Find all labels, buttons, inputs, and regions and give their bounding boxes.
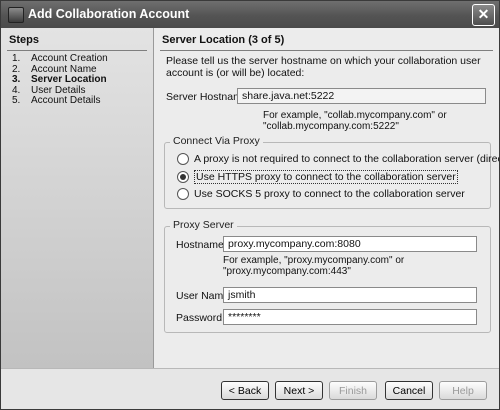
button-bar: < Back Next > Finish Cancel Help [1,368,499,409]
help-button[interactable]: Help [439,381,487,400]
radio-button[interactable] [177,188,189,200]
proxy-server-legend: Proxy Server [170,219,237,231]
connect-via-proxy-legend: Connect Via Proxy [170,135,263,147]
step-item: 1. Account Creation [12,53,108,65]
steps-divider [7,50,147,51]
proxy-hostname-example: For example, "proxy.mycompany.com" or "p… [223,255,404,277]
radio-button-selected[interactable] [177,171,189,183]
server-hostname-example-line: "collab.mycompany.com:5222" [263,121,399,132]
app-icon [8,7,24,23]
step-label: Server Location [31,74,107,85]
page-title: Server Location (3 of 5) [162,34,285,46]
radio-button[interactable] [177,153,189,165]
proxy-hostname-example-line: For example, "proxy.mycompany.com" or [223,255,405,266]
server-hostname-example: For example, "collab.mycompany.com" or "… [263,110,447,132]
password-input[interactable]: ******** [223,309,477,325]
step-label: Account Details [31,95,101,106]
content-divider [160,50,493,51]
radio-no-proxy-label[interactable]: A proxy is not required to connect to th… [194,153,499,165]
steps-panel: Steps 1. Account Creation 2. Account Nam… [1,28,154,368]
intro-text: Please tell us the server hostname on wh… [166,55,481,79]
proxy-hostname-input[interactable]: proxy.mycompany.com:8080 [223,236,477,252]
add-collaboration-account-dialog: Add Collaboration Account ✕ Steps 1. Acc… [0,0,500,410]
radio-socks5-proxy[interactable]: Use SOCKS 5 proxy to connect to the coll… [177,188,465,200]
step-number: 1. [12,53,21,64]
step-item: 5. Account Details [12,95,108,107]
cancel-button[interactable]: Cancel [385,381,433,400]
proxy-hostname-label: Hostname: [176,239,227,251]
radio-https-proxy[interactable]: Use HTTPS proxy to connect to the collab… [177,170,458,184]
close-icon[interactable]: ✕ [472,4,495,26]
steps-list: 1. Account Creation 2. Account Name 3. S… [12,53,108,107]
window-title: Add Collaboration Account [28,7,190,21]
next-button[interactable]: Next > [275,381,323,400]
title-bar: Add Collaboration Account ✕ [1,1,499,28]
radio-https-proxy-label[interactable]: Use HTTPS proxy to connect to the collab… [194,170,458,184]
radio-no-proxy[interactable]: A proxy is not required to connect to th… [177,153,499,165]
server-hostname-example-line: For example, "collab.mycompany.com" or [263,110,447,121]
step-item-current: 3. Server Location [12,74,108,86]
username-input[interactable]: jsmith [223,287,477,303]
password-label: Password: [176,312,226,324]
step-label: Account Creation [31,53,108,64]
finish-button[interactable]: Finish [329,381,377,400]
proxy-hostname-example-line: "proxy.mycompany.com:443" [223,266,351,277]
step-number: 3. [12,74,21,85]
steps-heading: Steps [9,34,39,46]
content-panel: Server Location (3 of 5) Please tell us … [154,28,499,368]
server-hostname-field[interactable]: share.java.net:5222 [237,88,486,104]
back-button[interactable]: < Back [221,381,269,400]
step-number: 5. [12,95,21,106]
radio-socks5-proxy-label[interactable]: Use SOCKS 5 proxy to connect to the coll… [194,188,465,200]
